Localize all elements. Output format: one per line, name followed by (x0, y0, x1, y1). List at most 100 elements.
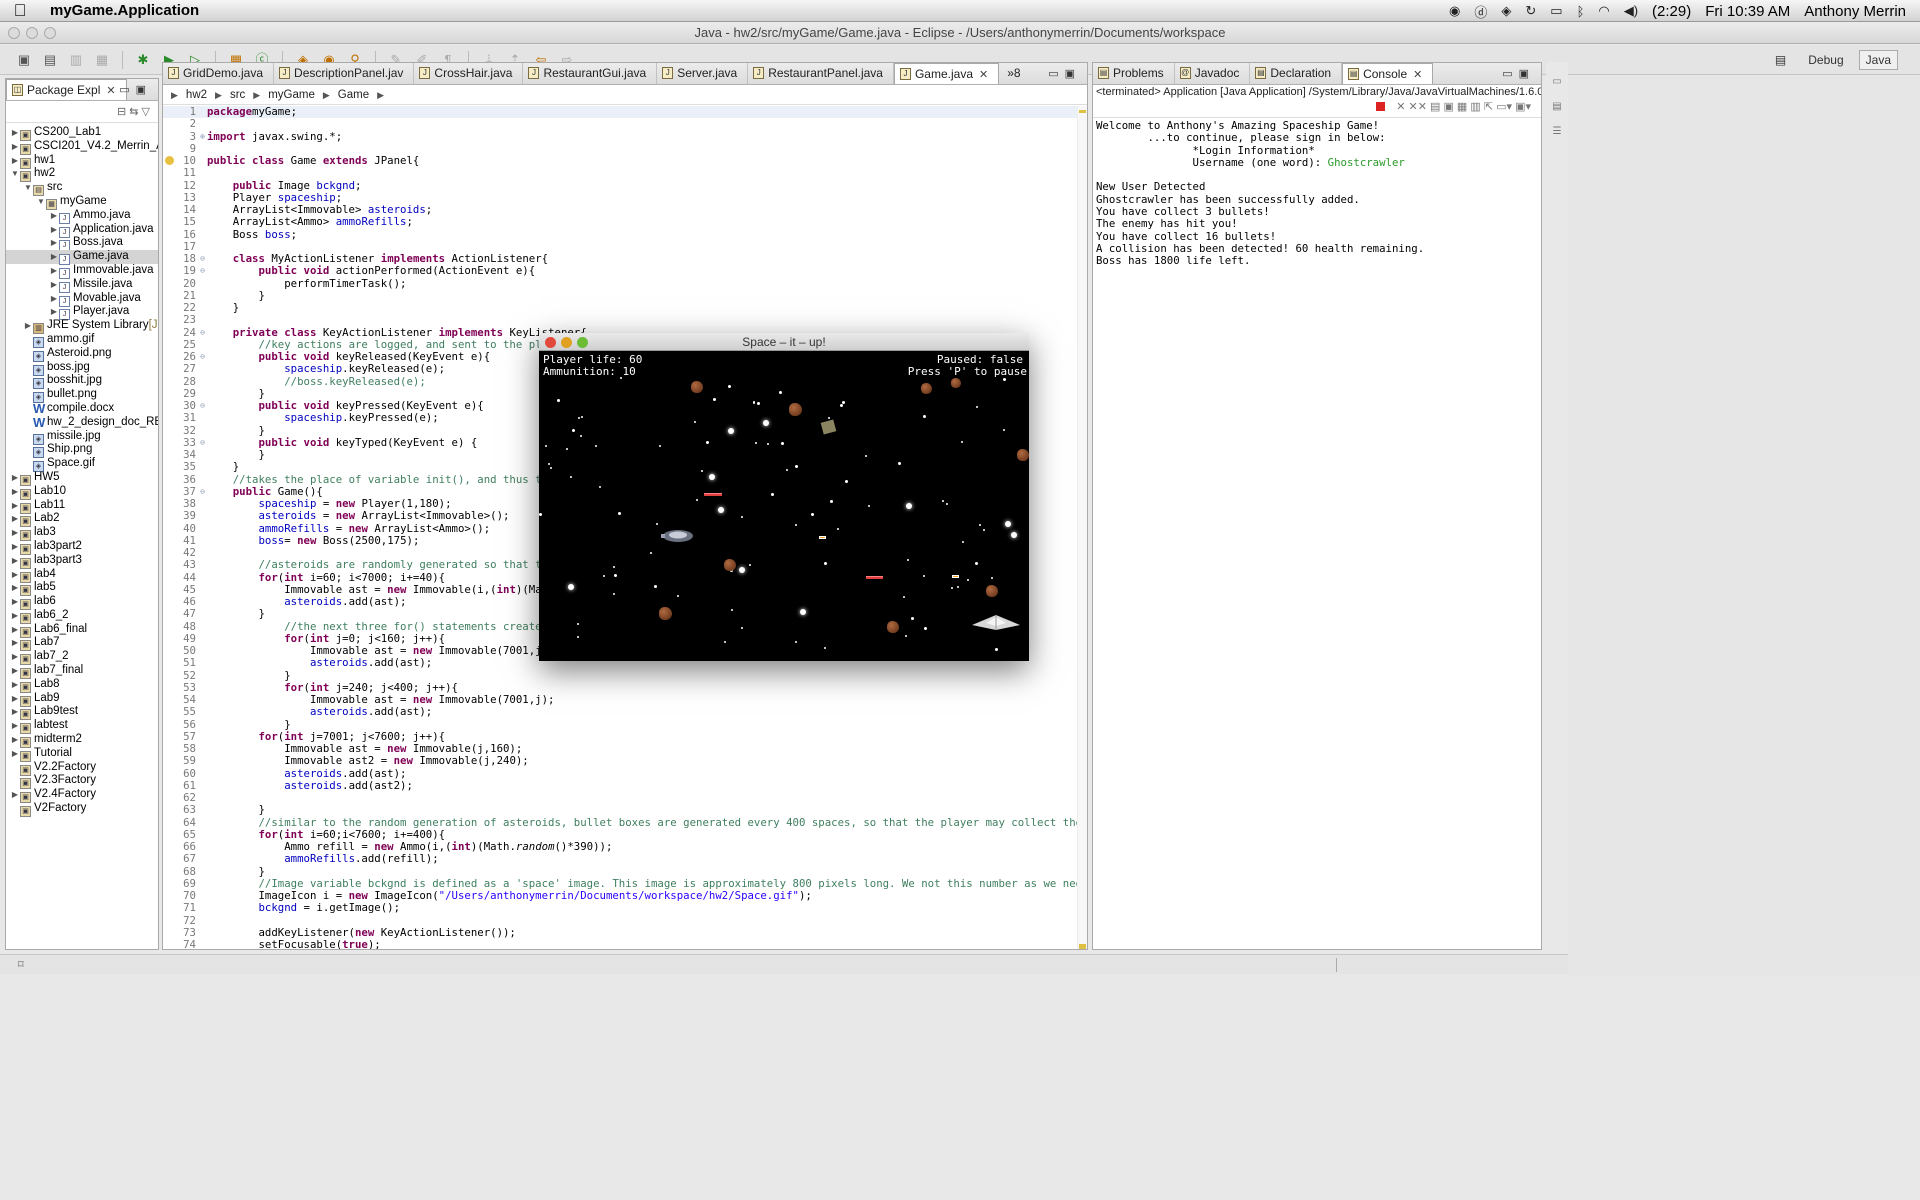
collapsed-arrow-icon[interactable]: ▶ (10, 636, 20, 650)
tree-item[interactable]: ◈ Ship.png (6, 443, 158, 459)
collapsed-arrow-icon[interactable]: ▶ (10, 126, 20, 140)
breadcrumb-item[interactable]: myGame (268, 89, 315, 101)
app-menu[interactable]: myGame.Application (50, 2, 199, 19)
display-icon[interactable]: ▭ (1550, 3, 1562, 19)
tree-item[interactable]: ▶ ▣ Lab8 (6, 678, 158, 693)
collapsed-arrow-icon[interactable]: ▶ (49, 305, 59, 319)
breadcrumb-item[interactable]: hw2 (186, 89, 207, 101)
collapsed-arrow-icon[interactable]: ▶ (10, 568, 20, 582)
user-name[interactable]: Anthony Merrin (1804, 3, 1906, 20)
tree-item[interactable]: ▶ ▣ lab7_final (6, 664, 158, 680)
collapsed-arrow-icon[interactable]: ▶ (49, 292, 59, 306)
tree-item[interactable]: ▶ J Movable.java (6, 292, 158, 307)
view-window-controls[interactable]: ▭▣ (1048, 67, 1081, 80)
expanded-arrow-icon[interactable]: ▼ (23, 181, 33, 195)
tab-console[interactable]: ▤ Console ✕ (1342, 63, 1434, 84)
collapsed-arrow-icon[interactable]: ▶ (10, 554, 20, 568)
dropbox-icon[interactable]: ◈ (1501, 3, 1511, 19)
tree-item[interactable]: ▶ ▣ midterm2 (6, 733, 158, 749)
new-icon[interactable]: ▣ (14, 51, 34, 69)
tree-item[interactable]: ▶ ▣ V2.4Factory (6, 788, 158, 804)
tree-item[interactable]: ▶▥JRE System Library[JavaS (6, 319, 158, 335)
collapsed-arrow-icon[interactable]: ▶ (10, 719, 20, 733)
tree-item[interactable]: ◈ missile.jpg (6, 430, 158, 445)
console-output[interactable]: Welcome to Anthony's Amazing Spaceship G… (1093, 118, 1541, 270)
outline-icon[interactable]: ▤ (1546, 101, 1568, 112)
tab-package-explorer[interactable]: ◫ Package Expl ✕ (6, 79, 127, 100)
warning-icon[interactable] (165, 156, 174, 165)
fold-toggle-icon[interactable]: ⊖ (200, 400, 205, 412)
collapsed-arrow-icon[interactable]: ▶ (49, 250, 59, 264)
collapsed-arrow-icon[interactable]: ▶ (49, 209, 59, 223)
volume-icon[interactable]: ◀) (1624, 3, 1638, 19)
save-icon[interactable]: ▤ (40, 51, 60, 69)
tree-item[interactable]: ▶ ▣ Tutorial (6, 747, 158, 762)
tree-item[interactable]: ▶ ▣ Lab10 (6, 485, 158, 500)
tree-item[interactable]: Whw_2_design_doc_READM (6, 416, 158, 430)
task-list-icon[interactable]: ☰ (1546, 126, 1568, 137)
terminate-icon[interactable] (1376, 102, 1386, 111)
tree-item[interactable]: ▶ J Ammo.java (6, 209, 158, 224)
close-icon[interactable]: ✕ (106, 85, 115, 97)
collapsed-arrow-icon[interactable]: ▶ (10, 512, 20, 526)
view-menu-icon[interactable]: ▽ (142, 106, 150, 118)
apple-menu-icon[interactable]:  (0, 1, 40, 21)
tab-restaurantpanel-java[interactable]: J RestaurantPanel.java (748, 63, 894, 84)
battery-status[interactable]: (2:29) (1652, 3, 1691, 20)
collapsed-arrow-icon[interactable]: ▶ (10, 609, 20, 623)
tree-item[interactable]: ◈ bosshit.jpg (6, 374, 158, 390)
tree-item[interactable]: ▶ ▣ hw1 (6, 154, 158, 169)
open-perspective-icon[interactable]: ▤ (1768, 50, 1793, 70)
collapsed-arrow-icon[interactable]: ▶ (10, 650, 20, 664)
tree-item[interactable]: ▼ ▣ hw2 (6, 167, 158, 183)
tree-item[interactable]: ▶ ▣ Lab6_final (6, 623, 158, 638)
collapse-all-icon[interactable]: ⊟ (117, 106, 126, 118)
status-icon[interactable]: ⌑ (18, 959, 24, 971)
collapsed-arrow-icon[interactable]: ▶ (10, 154, 20, 168)
tree-item[interactable]: ▶ J Player.java (6, 305, 158, 321)
minimize-window-button[interactable] (26, 27, 38, 39)
collapsed-arrow-icon[interactable]: ▶ (10, 485, 20, 499)
tree-item[interactable]: ▶ ▣ lab3part2 (6, 540, 158, 555)
tree-item[interactable]: ▶ ▣ lab6 (6, 595, 158, 611)
debug-icon[interactable]: ✱ (133, 51, 153, 69)
tree-item[interactable]: Wcompile.docx (6, 402, 158, 416)
tab-server-java[interactable]: J Server.java (657, 63, 749, 84)
print-icon[interactable]: ▦ (92, 51, 112, 69)
tab-javadoc[interactable]: @ Javadoc (1175, 63, 1251, 84)
tree-item[interactable]: ▶ ▣ HW5 (6, 471, 158, 486)
fold-toggle-icon[interactable]: ⊖ (200, 486, 205, 498)
tree-item[interactable]: ▶ ▣ Lab9 (6, 692, 158, 707)
tree-item[interactable]: ▶ ▣ Lab7 (6, 636, 158, 652)
collapsed-arrow-icon[interactable]: ▶ (49, 236, 59, 250)
tab-griddemo-java[interactable]: J GridDemo.java (163, 63, 275, 84)
wifi-icon[interactable]: ◠ (1598, 3, 1609, 19)
tab-declaration[interactable]: ▤ Declaration (1250, 63, 1343, 84)
view-window-controls[interactable]: ▭▣ (119, 83, 152, 96)
tree-item[interactable]: ▶ J Missile.java (6, 278, 158, 293)
fold-toggle-icon[interactable]: ⊖ (200, 327, 205, 339)
tree-item[interactable]: ▼ ▦ myGame (6, 195, 158, 210)
collapsed-arrow-icon[interactable]: ▶ (23, 319, 33, 333)
collapsed-arrow-icon[interactable]: ▶ (10, 733, 20, 747)
tree-item[interactable]: ▶ ▣ Lab9test (6, 705, 158, 721)
fold-toggle-icon[interactable]: ⊖ (200, 265, 205, 277)
collapsed-arrow-icon[interactable]: ▶ (49, 264, 59, 278)
expanded-arrow-icon[interactable]: ▼ (10, 167, 20, 181)
game-minimize-button[interactable] (561, 337, 572, 348)
close-icon[interactable]: ✕ (979, 69, 988, 81)
tree-item[interactable]: ▣ V2.2Factory (6, 761, 158, 776)
perspective-java[interactable]: Java (1858, 50, 1898, 70)
link-editor-icon[interactable]: ⇆ (129, 106, 138, 118)
collapsed-arrow-icon[interactable]: ▶ (10, 581, 20, 595)
zoom-window-button[interactable] (44, 27, 56, 39)
restore-icon[interactable]: ▭ (1546, 76, 1568, 87)
game-close-button[interactable] (545, 337, 556, 348)
save-all-icon[interactable]: ▥ (66, 51, 86, 69)
collapsed-arrow-icon[interactable]: ▶ (10, 705, 20, 719)
breadcrumb-item[interactable]: Game (338, 89, 369, 101)
clear-console-icon[interactable]: ▤ ▣ ▦ ▥ (1430, 101, 1481, 113)
collapsed-arrow-icon[interactable]: ▶ (10, 595, 20, 609)
clock[interactable]: Fri 10:39 AM (1705, 3, 1790, 20)
tab-restaurantgui-java[interactable]: J RestaurantGui.java (523, 63, 658, 84)
